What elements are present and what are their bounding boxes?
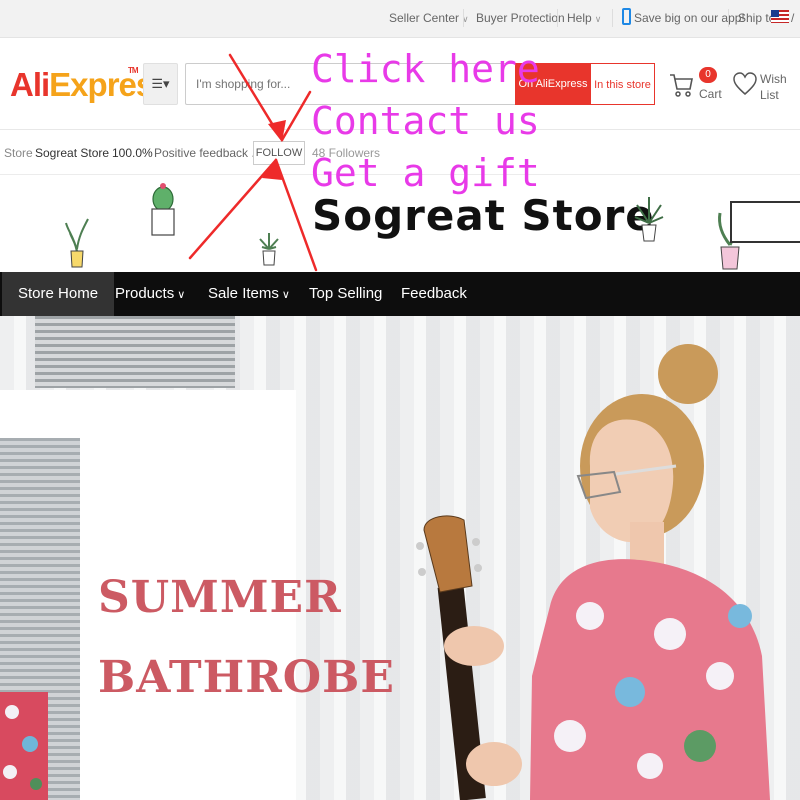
store-name[interactable]: Sogreat Store <box>35 146 109 160</box>
cart-icon[interactable] <box>669 72 693 98</box>
logo-part-ali: Ali <box>10 66 50 103</box>
promo-get-a-gift: Get a gift <box>311 151 540 195</box>
ship-to-label[interactable]: Ship to <box>738 11 775 25</box>
divider <box>557 9 558 27</box>
store-label: Store <box>4 146 33 160</box>
trademark-mark: TM <box>128 66 139 75</box>
divider <box>612 9 613 27</box>
store-title: Sogreat Store <box>312 191 655 240</box>
buyer-protection-link[interactable]: Buyer Protection <box>476 11 565 25</box>
nav-sale-items[interactable]: Sale Items ∨ <box>208 272 290 316</box>
promo-contact-us: Contact us <box>311 99 540 143</box>
nav-feedback[interactable]: Feedback <box>401 272 467 316</box>
hero-banner[interactable]: SUMMER BATHROBE <box>0 316 800 800</box>
heart-icon[interactable] <box>733 71 757 97</box>
top-utility-bar: Seller Center ∨ Buyer Protection Help ∨ Sa… <box>0 0 800 38</box>
store-nav-bar: Store Home Products ∨ Sale Items ∨ Top Sel… <box>0 272 800 316</box>
hero-headline-line2: BATHROBE <box>98 652 395 703</box>
divider <box>463 9 464 27</box>
cart-count-badge: 0 <box>699 67 717 83</box>
menu-icon: ☰▾ <box>151 76 170 91</box>
positive-feedback-label[interactable]: Positive feedback∧ <box>154 146 258 160</box>
hero-headline-line1: SUMMER <box>98 572 342 623</box>
chevron-down-icon: ∨ <box>281 289 290 301</box>
feedback-percent: 100.0% <box>112 146 153 160</box>
nav-store-home[interactable]: Store Home <box>2 272 115 316</box>
wish-list-label[interactable]: Wish List <box>760 71 790 103</box>
search-in-store-button[interactable]: In this store <box>591 63 655 105</box>
cactus-icon <box>151 183 175 236</box>
promo-click-here: Click here <box>311 47 540 91</box>
chevron-down-icon: ∨ <box>594 14 602 24</box>
ship-to-separator: / <box>791 11 795 25</box>
plant-icon <box>65 218 89 268</box>
nav-products[interactable]: Products ∨ <box>115 272 185 316</box>
phone-icon <box>622 8 631 25</box>
us-flag-icon[interactable] <box>771 10 789 23</box>
cart-label[interactable]: Cart <box>699 87 722 101</box>
model-with-ukulele-image <box>416 344 770 800</box>
seller-center-link[interactable]: Seller Center ∨ <box>389 11 469 25</box>
nav-top-selling[interactable]: Top Selling <box>309 272 382 316</box>
plant-icon <box>634 197 664 242</box>
divider <box>728 9 729 27</box>
decorative-frame <box>730 201 800 243</box>
plant-icon <box>259 233 279 266</box>
help-link[interactable]: Help ∨ <box>567 11 601 25</box>
model-robe-image <box>0 692 48 800</box>
chevron-down-icon: ∨ <box>177 289 186 301</box>
follow-button[interactable]: FOLLOW <box>253 141 305 165</box>
category-menu-button[interactable]: ☰▾ <box>143 63 178 105</box>
window-blinds <box>35 316 235 388</box>
